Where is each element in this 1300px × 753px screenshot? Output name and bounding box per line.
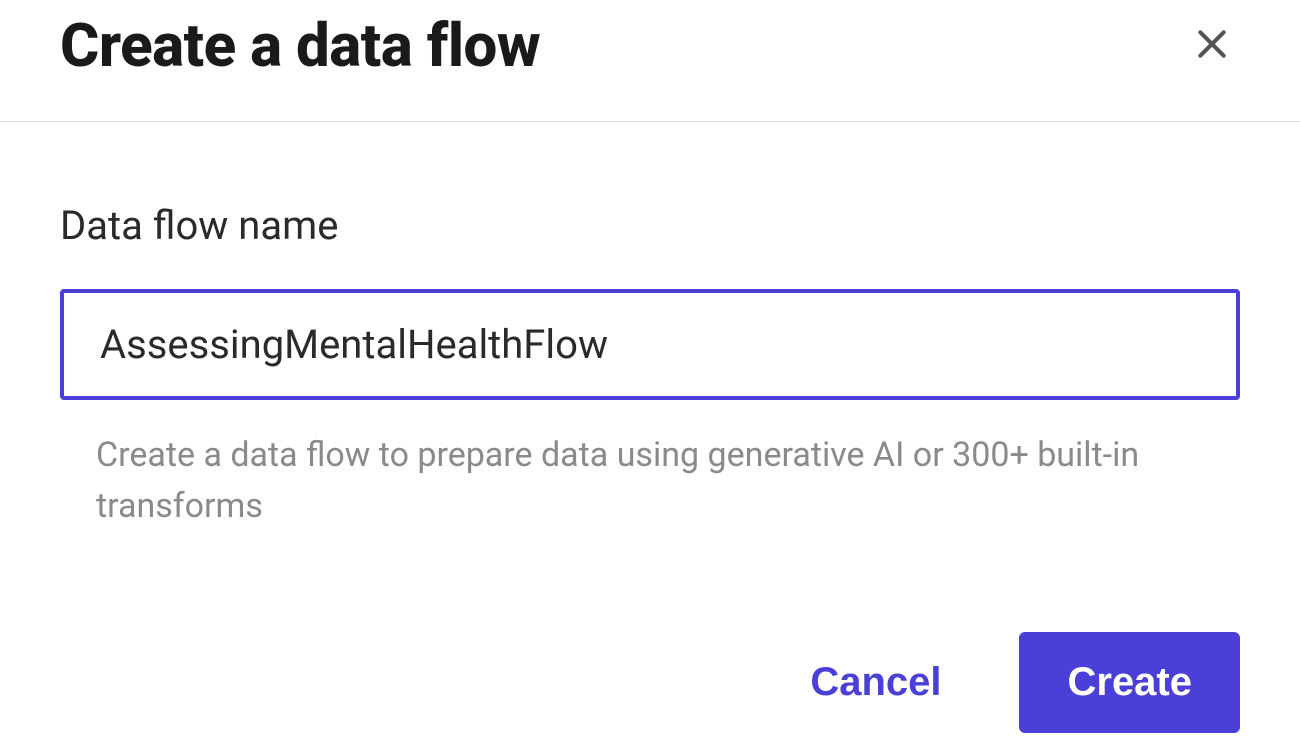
helper-text: Create a data flow to prepare data using… (60, 430, 1140, 532)
data-flow-name-input[interactable] (60, 289, 1240, 400)
data-flow-name-label: Data flow name (60, 202, 1240, 249)
cancel-button[interactable]: Cancel (782, 640, 969, 725)
dialog-body: Data flow name Create a data flow to pre… (0, 122, 1300, 572)
close-button[interactable] (1184, 16, 1240, 75)
create-button[interactable]: Create (1019, 632, 1240, 733)
create-data-flow-dialog: Create a data flow Data flow name Create… (0, 0, 1300, 753)
close-icon (1192, 24, 1232, 67)
dialog-title: Create a data flow (60, 10, 540, 81)
dialog-header: Create a data flow (0, 0, 1300, 122)
dialog-footer: Cancel Create (0, 572, 1300, 753)
